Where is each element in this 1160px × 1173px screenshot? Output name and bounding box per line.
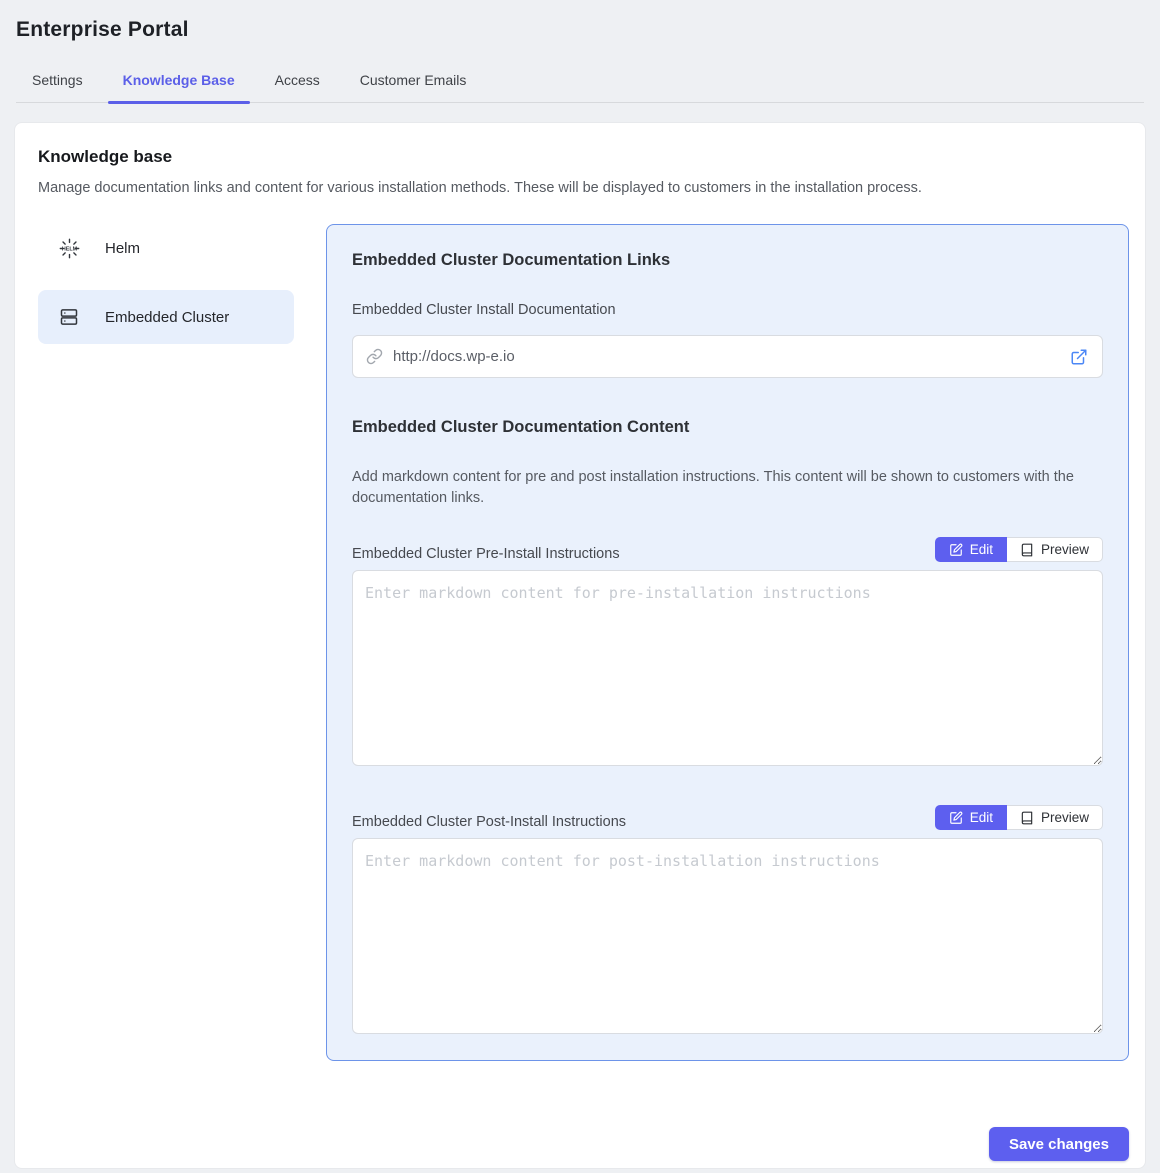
install-doc-url-input[interactable] xyxy=(393,348,1070,365)
sidebar-item-embedded-cluster[interactable]: Embedded Cluster xyxy=(38,290,294,344)
tab-customer-emails[interactable]: Customer Emails xyxy=(345,62,482,102)
card-heading: Knowledge base xyxy=(38,147,1129,167)
pre-install-mode-toggle: Edit Preview xyxy=(935,537,1103,562)
pre-install-preview-button[interactable]: Preview xyxy=(1007,537,1103,562)
edit-pencil-icon xyxy=(949,543,963,557)
sidebar-item-helm[interactable]: HELM Helm xyxy=(38,224,294,272)
tab-settings[interactable]: Settings xyxy=(17,62,98,102)
sidebar-item-label: Helm xyxy=(105,240,140,257)
tab-knowledge-base[interactable]: Knowledge Base xyxy=(108,62,250,102)
save-changes-button[interactable]: Save changes xyxy=(989,1127,1129,1161)
edit-button-label: Edit xyxy=(970,810,993,825)
helm-icon: HELM xyxy=(58,238,80,259)
pre-install-edit-button[interactable]: Edit xyxy=(935,537,1007,562)
install-doc-label: Embedded Cluster Install Documentation xyxy=(352,302,1103,318)
edit-pencil-icon xyxy=(949,811,963,825)
book-icon xyxy=(1020,811,1034,825)
book-icon xyxy=(1020,543,1034,557)
edit-button-label: Edit xyxy=(970,542,993,557)
post-install-textarea[interactable] xyxy=(352,838,1103,1034)
tab-bar: Settings Knowledge Base Access Customer … xyxy=(16,62,1144,103)
sidebar-item-label: Embedded Cluster xyxy=(105,309,229,326)
post-install-edit-button[interactable]: Edit xyxy=(935,805,1007,830)
page-title: Enterprise Portal xyxy=(16,18,1144,42)
documentation-content-description: Add markdown content for pre and post in… xyxy=(352,467,1103,509)
pre-install-label: Embedded Cluster Pre-Install Instruction… xyxy=(352,546,620,562)
chain-link-icon xyxy=(366,348,383,365)
install-doc-field xyxy=(352,335,1103,378)
post-install-preview-button[interactable]: Preview xyxy=(1007,805,1103,830)
tab-access[interactable]: Access xyxy=(260,62,335,102)
post-install-label: Embedded Cluster Post-Install Instructio… xyxy=(352,814,626,830)
preview-button-label: Preview xyxy=(1041,542,1089,557)
install-method-nav: HELM Helm Embedded Cluster xyxy=(38,224,294,362)
post-install-mode-toggle: Edit Preview xyxy=(935,805,1103,830)
documentation-content-heading: Embedded Cluster Documentation Content xyxy=(352,418,1103,437)
external-link-icon[interactable] xyxy=(1070,348,1088,366)
card-description: Manage documentation links and content f… xyxy=(38,180,1129,196)
server-icon xyxy=(58,307,80,327)
svg-text:HELM: HELM xyxy=(61,246,77,252)
pre-install-textarea[interactable] xyxy=(352,570,1103,766)
documentation-links-heading: Embedded Cluster Documentation Links xyxy=(352,251,1103,270)
embedded-cluster-panel: Embedded Cluster Documentation Links Emb… xyxy=(326,224,1129,1061)
app-header: Enterprise Portal xyxy=(0,0,1160,42)
preview-button-label: Preview xyxy=(1041,810,1089,825)
knowledge-base-card: Knowledge base Manage documentation link… xyxy=(14,122,1146,1169)
